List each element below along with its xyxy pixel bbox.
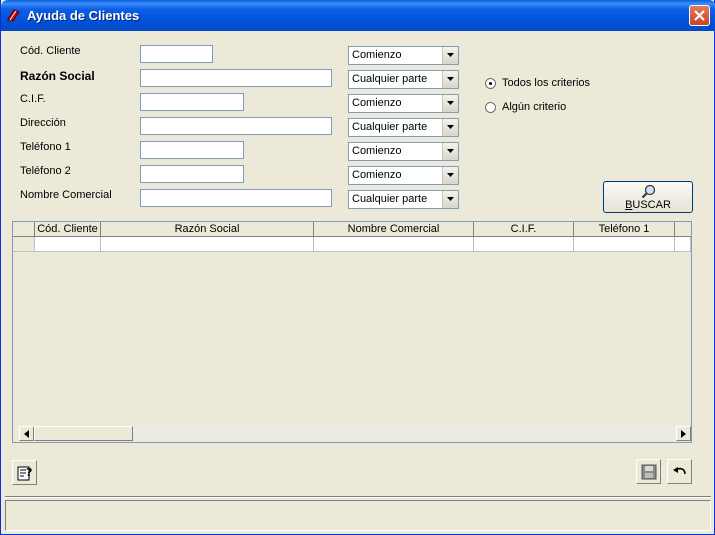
column-header-overflow bbox=[675, 222, 691, 237]
label-razon-social: Razón Social bbox=[20, 69, 95, 83]
razon-social-input[interactable] bbox=[140, 69, 332, 87]
help-icon: ? bbox=[17, 466, 32, 481]
svg-text:?: ? bbox=[26, 466, 32, 479]
combo-value: Cualquier parte bbox=[352, 121, 428, 133]
cod-cliente-input[interactable] bbox=[140, 45, 213, 63]
status-bar bbox=[5, 500, 711, 531]
dropdown-button[interactable] bbox=[442, 167, 458, 184]
separator bbox=[5, 496, 711, 498]
radio-label: Algún criterio bbox=[502, 101, 567, 113]
telefono-2-input[interactable] bbox=[140, 165, 244, 183]
dropdown-button[interactable] bbox=[442, 95, 458, 112]
dropdown-button[interactable] bbox=[442, 191, 458, 208]
nombre-comercial-match-select[interactable]: Cualquier parte bbox=[348, 190, 459, 209]
table-cell[interactable] bbox=[474, 237, 574, 252]
table-cell[interactable] bbox=[675, 237, 691, 252]
arrow-left-icon bbox=[24, 430, 29, 438]
chevron-down-icon bbox=[447, 149, 454, 153]
combo-value: Comienzo bbox=[352, 49, 402, 61]
close-button[interactable] bbox=[689, 5, 710, 26]
save-icon bbox=[641, 464, 657, 480]
undo-icon bbox=[673, 467, 686, 475]
radio-label: Todos los criterios bbox=[502, 77, 591, 89]
combo-value: Cualquier parte bbox=[352, 193, 428, 205]
horizontal-scrollbar[interactable] bbox=[19, 426, 691, 441]
table-cell[interactable] bbox=[574, 237, 675, 252]
dropdown-button[interactable] bbox=[442, 47, 458, 64]
chevron-down-icon bbox=[447, 173, 454, 177]
column-header[interactable]: C.I.F. bbox=[474, 222, 574, 237]
row-selector-header bbox=[13, 222, 35, 237]
scroll-left-button[interactable] bbox=[19, 426, 34, 441]
telefono-1-input[interactable] bbox=[140, 141, 244, 159]
dropdown-button[interactable] bbox=[442, 143, 458, 160]
scroll-right-button[interactable] bbox=[676, 426, 691, 441]
column-header[interactable]: Cód. Cliente bbox=[35, 222, 101, 237]
save-button[interactable] bbox=[636, 459, 661, 484]
dropdown-button[interactable] bbox=[442, 119, 458, 136]
label-nombre-comercial: Nombre Comercial bbox=[20, 189, 112, 201]
buscar-label: BUSCAR bbox=[625, 199, 671, 211]
table-cell[interactable] bbox=[35, 237, 101, 252]
column-header[interactable]: Teléfono 1 bbox=[574, 222, 675, 237]
razon-social-match-select[interactable]: Cualquier parte bbox=[348, 70, 459, 89]
title-bar: Ayuda de Clientes bbox=[1, 0, 715, 31]
undo-button[interactable] bbox=[667, 459, 692, 484]
magnifier-icon bbox=[641, 184, 656, 199]
label-direccion: Dirección bbox=[20, 117, 66, 129]
radio-button-selected[interactable] bbox=[485, 78, 496, 89]
label-cif: C.I.F. bbox=[20, 93, 46, 105]
close-icon bbox=[694, 10, 705, 21]
dropdown-button[interactable] bbox=[442, 71, 458, 88]
row-selector[interactable] bbox=[13, 237, 35, 252]
combo-value: Cualquier parte bbox=[352, 73, 428, 85]
label-telefono-2: Teléfono 2 bbox=[20, 165, 71, 177]
results-grid[interactable]: Cód. Cliente Razón Social Nombre Comerci… bbox=[12, 221, 692, 443]
buscar-button[interactable]: BUSCAR bbox=[603, 181, 693, 213]
window: Ayuda de Clientes Cód. Cliente Comienzo … bbox=[0, 0, 715, 535]
cif-match-select[interactable]: Comienzo bbox=[348, 94, 459, 113]
label-telefono-1: Teléfono 1 bbox=[20, 141, 71, 153]
direccion-input[interactable] bbox=[140, 117, 332, 135]
chevron-down-icon bbox=[447, 125, 454, 129]
nombre-comercial-input[interactable] bbox=[140, 189, 332, 207]
chevron-down-icon bbox=[447, 53, 454, 57]
app-icon bbox=[6, 7, 22, 23]
arrow-right-icon bbox=[681, 430, 686, 438]
grid-header: Cód. Cliente Razón Social Nombre Comerci… bbox=[13, 222, 691, 237]
radio-button[interactable] bbox=[485, 102, 496, 113]
help-button[interactable]: ? bbox=[12, 460, 37, 485]
chevron-down-icon bbox=[447, 77, 454, 81]
chevron-down-icon bbox=[447, 197, 454, 201]
column-header[interactable]: Nombre Comercial bbox=[314, 222, 474, 237]
label-cod-cliente: Cód. Cliente bbox=[20, 45, 81, 57]
column-header[interactable]: Razón Social bbox=[101, 222, 314, 237]
direccion-match-select[interactable]: Cualquier parte bbox=[348, 118, 459, 137]
window-title: Ayuda de Clientes bbox=[27, 8, 140, 23]
cod-cliente-match-select[interactable]: Comienzo bbox=[348, 46, 459, 65]
telefono-2-match-select[interactable]: Comienzo bbox=[348, 166, 459, 185]
table-row[interactable] bbox=[13, 237, 691, 252]
chevron-down-icon bbox=[447, 101, 454, 105]
table-cell[interactable] bbox=[314, 237, 474, 252]
combo-value: Comienzo bbox=[352, 97, 402, 109]
cif-input[interactable] bbox=[140, 93, 244, 111]
telefono-1-match-select[interactable]: Comienzo bbox=[348, 142, 459, 161]
table-cell[interactable] bbox=[101, 237, 314, 252]
combo-value: Comienzo bbox=[352, 169, 402, 181]
scroll-thumb[interactable] bbox=[34, 426, 133, 441]
combo-value: Comienzo bbox=[352, 145, 402, 157]
